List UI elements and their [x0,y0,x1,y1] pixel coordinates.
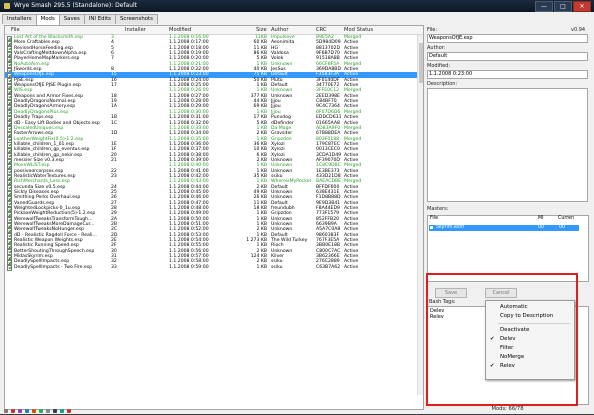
mods-list-header: File Installer Modified Size Author CRC … [5,26,423,35]
cell-author: ssiku [271,264,283,270]
row-checkbox[interactable] [7,265,13,271]
app-window: Wrye Smash 295.5 (Standalone): Default —… [0,0,594,414]
bash-icon[interactable] [32,409,36,413]
tab-ini-edits[interactable]: INI Edits [83,14,116,24]
masters-col-mi[interactable]: MI [538,216,544,221]
maximize-icon[interactable]: □ [554,1,572,12]
col-header-mod-status[interactable]: Mod Status [344,26,373,34]
minimize-icon[interactable]: — [535,1,553,12]
close-icon[interactable]: ✕ [573,1,591,12]
col-header-crc[interactable]: CRC [316,26,327,34]
mods-rows: Lost Art of the Blacksmith.esp 3 1.1.2008 … [5,35,423,271]
col-header-modified[interactable]: Modified [169,26,191,34]
tab-installers[interactable]: Installers [2,14,37,24]
modified-field[interactable]: 1.1.2008 0:23:00 [427,70,588,79]
description-label: Description: [427,81,458,87]
cell-crc: C63B7A62 [316,264,341,270]
tab-saves[interactable]: Saves [58,14,85,24]
status-bar: Mods: 66/78 [491,406,524,412]
col-header-size[interactable]: Size [256,26,267,34]
image-icon[interactable] [11,409,15,413]
window-controls: — □ ✕ [535,1,591,12]
col-header-file[interactable]: File [11,26,20,34]
tool-icon[interactable] [18,409,22,413]
masters-col-file[interactable]: File [430,216,438,221]
scrollbar-thumb[interactable] [419,43,423,83]
cell-size: 1 KB [256,264,267,270]
cell-num: 33 [111,264,117,270]
version-label: v0.94 [571,27,586,33]
file-label: File: [427,27,438,33]
description-field[interactable] [427,88,588,202]
gear-icon[interactable] [39,409,43,413]
info-icon[interactable] [67,409,71,413]
table-row[interactable]: DeadlySpellImpacts - Two Fire.esp 33 1.1.2… [5,264,423,271]
highlight-box [426,273,578,406]
settings-icon[interactable] [4,409,8,413]
cell-file: DeadlySpellImpacts - Two Fire.esp [14,264,93,270]
window-title: Wrye Smash 295.5 (Standalone): Default [14,2,138,9]
cell-modified: 1.1.2008 0:59:00 [169,264,209,270]
master-checkbox[interactable] [430,226,433,229]
docs-icon[interactable] [53,409,57,413]
mods-list: File Installer Modified Size Author CRC … [4,25,424,410]
col-header-author[interactable]: Author [271,26,288,34]
wrench-icon[interactable] [60,409,64,413]
tab-mods[interactable]: Mods [35,14,60,25]
title-bar: Wrye Smash 295.5 (Standalone): Default —… [0,0,594,12]
master-row[interactable]: Skyrim.esm 00 00 [429,225,579,231]
master-mi: 00 [538,225,545,230]
help-icon[interactable] [25,409,29,413]
author-label: Author: [427,45,446,51]
masters-list: File MI Curren Skyrim.esm 00 00 [427,215,589,282]
author-field[interactable]: Default [427,52,588,61]
bottom-toolbar [4,409,422,414]
file-field[interactable]: WeaponsOfJE.esp [427,34,588,43]
master-current: 00 [559,225,566,230]
tab-screenshots[interactable]: Screenshots [115,14,158,24]
col-header-installer[interactable]: Installer [125,26,146,34]
masters-label: Masters: [427,206,449,212]
vertical-scrollbar[interactable] [417,35,423,395]
master-file: Skyrim.esm [436,225,465,230]
modified-label: Modified: [427,63,451,69]
masters-col-current[interactable]: Curren [558,216,574,221]
tab-bar: Installers Mods Saves INI Edits Screenshots [2,14,158,25]
doc-icon[interactable] [46,409,50,413]
cell-status: Active [344,264,359,270]
app-icon [4,3,10,9]
